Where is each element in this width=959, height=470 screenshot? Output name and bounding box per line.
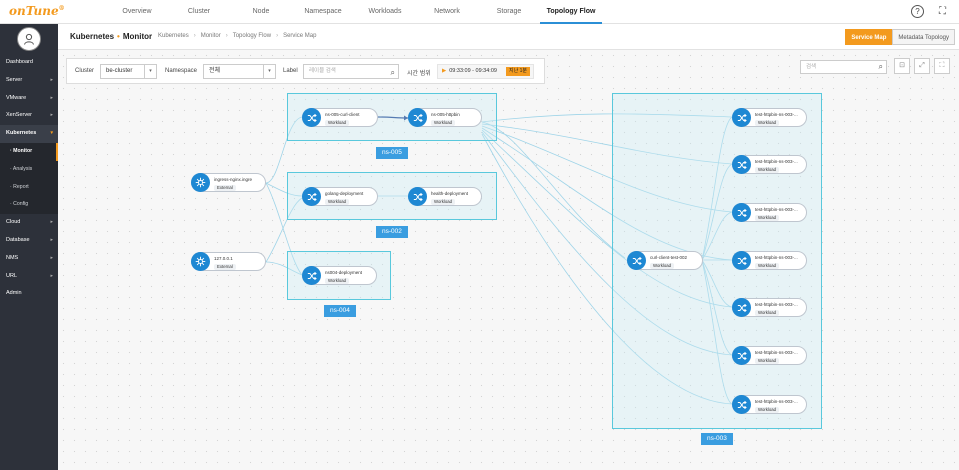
shuffle-icon: [732, 155, 751, 174]
shuffle-icon: [732, 346, 751, 365]
node-test-httpbin-3[interactable]: test-httpbin-ns-003-... Workload: [732, 203, 807, 222]
node-ns-005-curl-client[interactable]: ns-005-curl-client Workload: [302, 108, 378, 127]
shuffle-icon: [302, 108, 321, 127]
shuffle-icon: [302, 187, 321, 206]
node-test-httpbin-5[interactable]: test-httpbin-ns-003-... Workload: [732, 298, 807, 317]
shuffle-icon: [732, 298, 751, 317]
kubernetes-helm-icon: [191, 252, 210, 271]
node-test-httpbin-4[interactable]: test-httpbin-ns-003-... Workload: [732, 251, 807, 270]
node-ns004-deployment[interactable]: ns004-deployment Workload: [302, 266, 377, 285]
node-test-httpbin-6[interactable]: test-httpbin-ns-003-... Workload: [732, 346, 807, 365]
node-health-deployment[interactable]: health-deployment Workload: [408, 187, 482, 206]
shuffle-icon: [732, 251, 751, 270]
node-test-httpbin-2[interactable]: test-httpbin-ns-003-... Workload: [732, 155, 807, 174]
shuffle-icon: [732, 108, 751, 127]
shuffle-icon: [732, 395, 751, 414]
group-label[interactable]: ns-004: [324, 305, 356, 317]
group-label[interactable]: ns-002: [376, 226, 408, 238]
node-test-httpbin-7[interactable]: test-httpbin-ns-003-... Workload: [732, 395, 807, 414]
shuffle-icon: [732, 203, 751, 222]
node-golang-deployment[interactable]: golang-deployment Workload: [302, 187, 378, 206]
shuffle-icon: [408, 187, 427, 206]
node-ingress[interactable]: ingress-nginx.ingre External: [191, 173, 266, 192]
node-ns-005-httpbin[interactable]: ns-005-httpbin Workload: [408, 108, 482, 127]
node-localhost[interactable]: 127.0.0.1 External: [191, 252, 266, 271]
group-label[interactable]: ns-005: [376, 147, 408, 159]
node-test-httpbin-1[interactable]: test-httpbin-ns-003-... Workload: [732, 108, 807, 127]
shuffle-icon: [302, 266, 321, 285]
shuffle-icon: [627, 251, 646, 270]
node-curl-client-test-002[interactable]: curl-client-test-002 Workload: [627, 251, 703, 270]
kubernetes-helm-icon: [191, 173, 210, 192]
shuffle-icon: [408, 108, 427, 127]
group-label[interactable]: ns-003: [701, 433, 733, 445]
